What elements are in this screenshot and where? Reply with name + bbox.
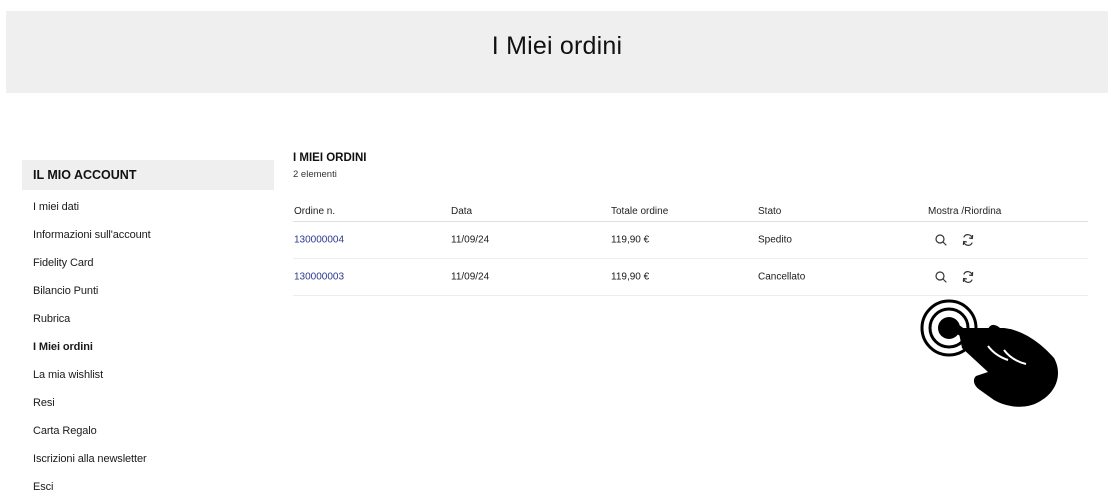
view-order-button[interactable]: [934, 270, 948, 284]
orders-table: Ordine n. Data Totale ordine Stato Mostr…: [293, 206, 1088, 296]
table-row: 130000003 11/09/24 119,90 € Cancellato: [293, 259, 1088, 296]
sidebar-item-fidelity-card[interactable]: Fidelity Card: [22, 249, 274, 277]
sidebar-item-wishlist[interactable]: La mia wishlist: [22, 361, 274, 389]
refresh-icon: [962, 271, 974, 283]
account-sidebar: IL MIO ACCOUNT I miei dati Informazioni …: [22, 160, 274, 494]
table-header: Ordine n. Data Totale ordine Stato Mostr…: [293, 206, 1088, 222]
order-number-link[interactable]: 130000004: [294, 235, 344, 246]
sidebar-item-returns[interactable]: Resi: [22, 389, 274, 417]
orders-count: 2 elementi: [293, 169, 337, 180]
column-header-order: Ordine n.: [294, 206, 336, 217]
order-date: 11/09/24: [451, 271, 490, 283]
column-header-actions: Mostra /Riordina: [928, 206, 1002, 217]
orders-title: I MIEI ORDINI: [293, 152, 367, 164]
order-actions: [934, 270, 975, 284]
column-header-status: Stato: [758, 206, 782, 217]
hand-pointer-icon: [920, 299, 1058, 407]
view-order-button[interactable]: [934, 233, 948, 247]
order-number-link[interactable]: 130000003: [294, 272, 344, 283]
column-header-date: Data: [451, 206, 473, 217]
sidebar-title: IL MIO ACCOUNT: [22, 160, 274, 190]
sidebar-item-my-orders[interactable]: I Miei ordini: [22, 333, 274, 361]
page-header: I Miei ordini: [6, 11, 1108, 93]
column-header-total: Totale ordine: [611, 206, 669, 217]
page-title: I Miei ordini: [491, 31, 623, 60]
order-status: Spedito: [758, 234, 792, 246]
sidebar-item-account-info[interactable]: Informazioni sull'account: [22, 221, 274, 249]
search-icon: [935, 271, 947, 283]
order-actions: [934, 233, 975, 247]
sidebar-item-points-balance[interactable]: Bilancio Punti: [22, 277, 274, 305]
sidebar-item-gift-card[interactable]: Carta Regalo: [22, 417, 274, 445]
sidebar-item-address-book[interactable]: Rubrica: [22, 305, 274, 333]
refresh-icon: [962, 234, 974, 246]
sidebar-menu: I miei dati Informazioni sull'account Fi…: [22, 193, 274, 494]
table-row: 130000004 11/09/24 119,90 € Spedito: [293, 222, 1088, 259]
reorder-button[interactable]: [961, 270, 975, 284]
sidebar-item-my-data[interactable]: I miei dati: [22, 193, 274, 221]
order-total: 119,90 €: [611, 271, 650, 283]
sidebar-item-newsletter[interactable]: Iscrizioni alla newsletter: [22, 445, 274, 473]
reorder-button[interactable]: [961, 233, 975, 247]
orders-section: I MIEI ORDINI 2 elementi Ordine n. Data …: [293, 152, 1088, 296]
order-status: Cancellato: [758, 271, 806, 283]
sidebar-item-logout[interactable]: Esci: [22, 473, 274, 494]
order-total: 119,90 €: [611, 234, 650, 246]
order-date: 11/09/24: [451, 234, 490, 246]
search-icon: [935, 234, 947, 246]
